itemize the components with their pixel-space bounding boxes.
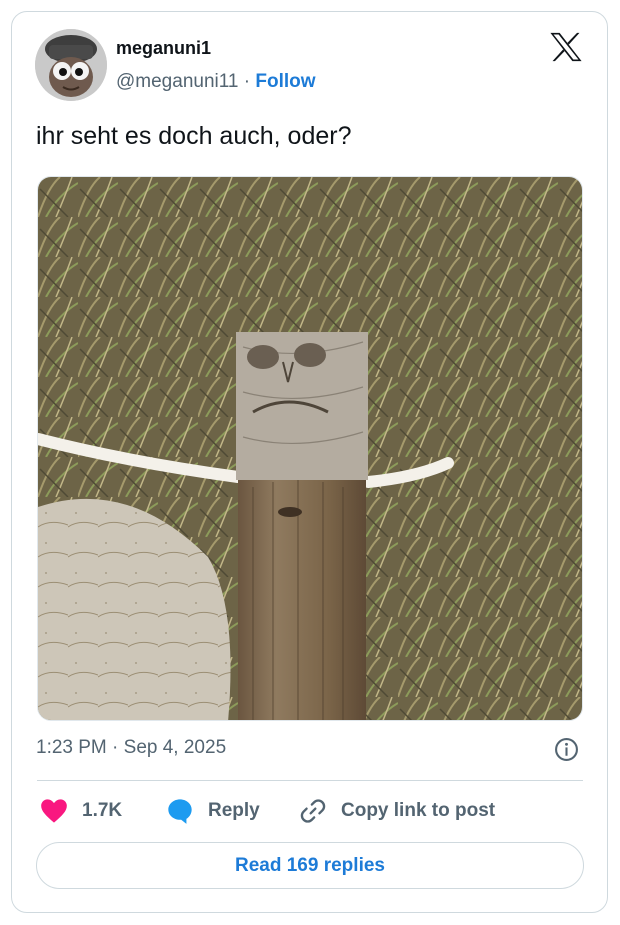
x-logo-icon[interactable] bbox=[549, 31, 583, 63]
reply-label: Reply bbox=[208, 800, 260, 821]
avatar[interactable] bbox=[35, 29, 107, 101]
read-replies-button[interactable]: Read 169 replies bbox=[36, 842, 584, 889]
read-replies-label: Read 169 replies bbox=[235, 854, 385, 876]
heart-icon bbox=[41, 799, 67, 823]
author-handle-row: @meganuni11 · Follow bbox=[116, 71, 316, 93]
like-button[interactable]: 1.7K bbox=[40, 796, 122, 826]
divider bbox=[37, 780, 583, 781]
speech-bubble-icon bbox=[168, 799, 192, 824]
reply-button[interactable]: Reply bbox=[166, 796, 260, 826]
info-icon[interactable] bbox=[554, 737, 579, 762]
tweet-time: 1:23 PM bbox=[36, 737, 107, 758]
tweet-photo[interactable] bbox=[37, 176, 583, 721]
copy-link-label: Copy link to post bbox=[341, 800, 496, 821]
author-display-name[interactable]: meganuni1 bbox=[116, 38, 211, 59]
author-handle[interactable]: @meganuni11 bbox=[116, 71, 238, 92]
avatar-image bbox=[35, 29, 107, 101]
timestamp-separator: · bbox=[112, 737, 119, 758]
tweet-text: ihr seht es doch auch, oder? bbox=[36, 122, 352, 150]
like-count: 1.7K bbox=[82, 800, 123, 821]
link-icon bbox=[300, 799, 326, 823]
handle-separator: · bbox=[243, 71, 251, 92]
photo-wooden-post-face bbox=[38, 177, 582, 720]
copy-link-button[interactable]: Copy link to post bbox=[299, 796, 495, 826]
follow-button[interactable]: Follow bbox=[255, 71, 315, 92]
tweet-date: Sep 4, 2025 bbox=[123, 737, 227, 758]
tweet-timestamp[interactable]: 1:23 PM · Sep 4, 2025 bbox=[36, 737, 226, 759]
